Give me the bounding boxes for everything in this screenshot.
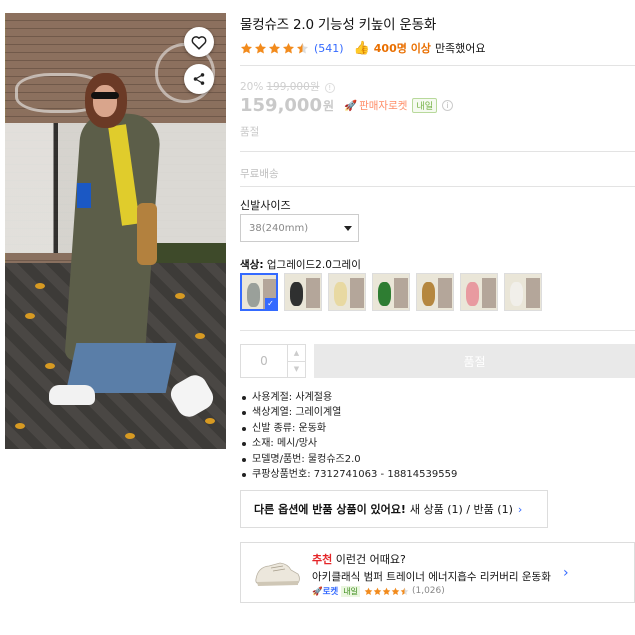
divider — [240, 186, 635, 187]
star-icon — [391, 587, 400, 595]
star-icon — [268, 42, 281, 53]
recommended-product-image — [255, 562, 300, 586]
color-swatch[interactable] — [504, 273, 542, 311]
color-swatch[interactable] — [416, 273, 454, 311]
sale-price: 159,000 — [240, 95, 322, 116]
size-select[interactable]: 38(240mm) — [240, 214, 359, 242]
discount-row: 20% 199,000원 ! — [240, 79, 335, 94]
color-swatch[interactable] — [328, 273, 366, 311]
check-icon: ✓ — [265, 298, 276, 309]
rating-stars — [364, 587, 409, 596]
shipping-info: 무료배송 — [240, 168, 279, 180]
wishlist-button[interactable] — [184, 27, 214, 57]
original-price: 199,000원 — [266, 81, 320, 93]
tomorrow-badge: 내일 — [341, 585, 360, 597]
star-icon — [364, 587, 373, 595]
size-option-label: 신발사이즈 — [240, 199, 291, 212]
spec-item: 사용계절: 사계절용 — [240, 390, 457, 405]
discount-rate: 20% — [240, 81, 264, 93]
review-count: (1,026) — [411, 586, 445, 596]
return-notice-title: 다른 옵션에 반품 상품이 있어요! — [254, 503, 406, 516]
color-swatch[interactable] — [372, 273, 410, 311]
share-icon — [193, 73, 205, 85]
color-swatch-list: ✓ — [240, 273, 542, 311]
stock-status: 품절 — [240, 126, 260, 138]
heart-icon — [191, 35, 207, 50]
divider — [240, 330, 635, 331]
divider — [240, 151, 635, 152]
return-notice-counts: 새 상품 (1) / 반품 (1) — [409, 503, 513, 516]
satisfaction-count: 400명 이상 — [373, 42, 431, 55]
star-icon — [240, 42, 253, 53]
product-title: 물컹슈즈 2.0 기능성 키높이 운동화 — [240, 17, 437, 33]
color-swatch[interactable] — [284, 273, 322, 311]
color-selected-value: 업그레이드2.0그레이 — [266, 259, 361, 271]
star-icon — [400, 587, 409, 595]
rating-stars — [240, 42, 309, 55]
quantity-value[interactable]: 0 — [241, 345, 287, 377]
thumbs-up-icon: 👍 — [353, 40, 370, 56]
recommendation-heading: 추천 이런건 어때요? — [312, 553, 406, 566]
color-swatch[interactable] — [460, 273, 498, 311]
star-icon — [282, 42, 295, 53]
satisfaction-text: 만족했어요 — [434, 42, 486, 55]
review-count-link[interactable]: (541) — [314, 42, 344, 55]
return-product-notice[interactable]: 다른 옵션에 반품 상품이 있어요! 새 상품 (1) / 반품 (1) › — [240, 490, 548, 528]
tomorrow-badge: 내일 — [412, 98, 437, 113]
spec-item: 쿠팡상품번호: 7312741063 - 18814539559 — [240, 467, 457, 482]
caret-down-icon — [344, 225, 352, 231]
spec-item: 색상계열: 그레이계열 — [240, 405, 457, 420]
star-icon — [373, 587, 382, 595]
decrease-icon[interactable]: ▼ — [288, 360, 305, 378]
seller-rocket-badge: 🚀 판매자로켓 — [344, 100, 408, 112]
star-icon — [382, 587, 391, 595]
color-swatch[interactable]: ✓ — [240, 273, 278, 311]
chevron-right-icon: › — [563, 565, 569, 581]
info-icon[interactable]: i — [441, 100, 453, 111]
size-selected-value: 38(240mm) — [249, 222, 309, 234]
recommended-product-meta: 🚀로켓 내일 (1,026) — [312, 585, 445, 597]
product-spec-list: 사용계절: 사계절용 색상계열: 그레이계열 신발 종류: 운동화 소재: 메시/망사… — [240, 390, 457, 482]
soldout-button[interactable]: 품절 — [314, 344, 635, 378]
star-icon — [254, 42, 267, 53]
rocket-icon: 🚀 — [344, 100, 358, 112]
spec-item: 소재: 메시/망사 — [240, 436, 457, 451]
increase-icon[interactable]: ▲ — [288, 345, 305, 361]
recommendation-card[interactable]: 추천 이런건 어때요? 아키클래식 범퍼 트레이너 에너지흡수 리커버리 운동화… — [240, 542, 635, 603]
price-unit: 원 — [322, 99, 335, 113]
star-icon — [296, 42, 309, 53]
spec-item: 모델명/품번: 물컹슈즈2.0 — [240, 452, 457, 467]
recommended-product-name[interactable]: 아키클래식 범퍼 트레이너 에너지흡수 리커버리 운동화 — [312, 569, 552, 584]
info-icon: ! — [324, 83, 335, 93]
spec-item: 신발 종류: 운동화 — [240, 421, 457, 436]
share-button[interactable] — [184, 64, 214, 94]
quantity-stepper[interactable]: 0 ▲ ▼ — [240, 344, 306, 378]
chevron-right-icon: › — [517, 502, 523, 516]
price-row: 159,000 원 🚀 판매자로켓 내일 i — [240, 95, 453, 116]
divider — [240, 65, 635, 66]
rocket-delivery-badge: 🚀로켓 — [312, 587, 339, 597]
color-option-label: 색상: 업그레이드2.0그레이 — [240, 259, 361, 271]
rating-row: (541) 👍 400명 이상 만족했어요 — [240, 40, 486, 56]
